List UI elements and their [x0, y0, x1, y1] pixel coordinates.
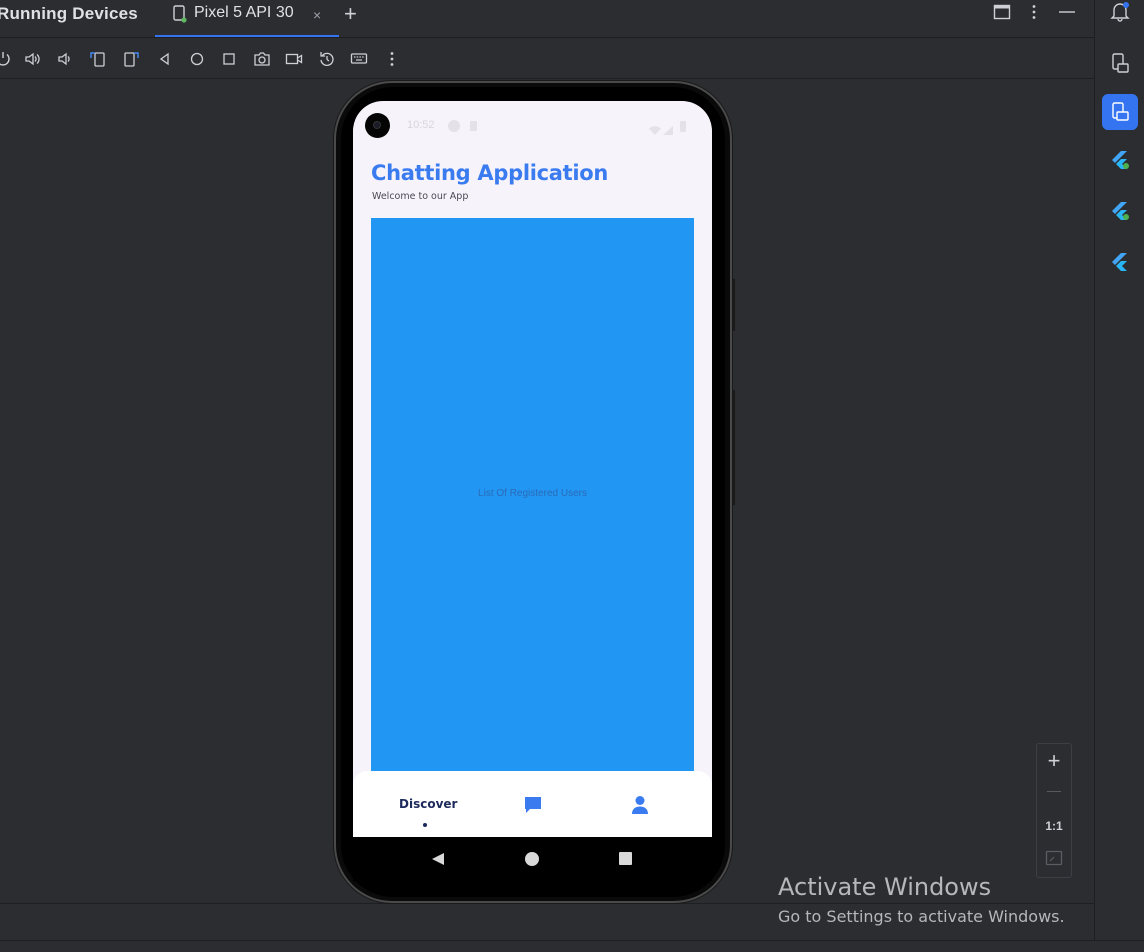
right-tool-strip	[1094, 0, 1144, 951]
more-vert-icon[interactable]	[1031, 4, 1037, 25]
tab-pixel5[interactable]: Pixel 5 API 30 ×	[155, 0, 339, 37]
running-devices-icon[interactable]	[1102, 94, 1138, 130]
add-tab-button[interactable]: +	[344, 1, 357, 27]
status-notification-icon	[448, 120, 460, 132]
phone-screen[interactable]: 10:52 Chatting Application Welcome to ou…	[353, 101, 712, 837]
bottom-edge	[0, 940, 1144, 952]
bottom-navigation: Discover	[353, 771, 712, 837]
keyboard-icon[interactable]	[350, 50, 368, 68]
signal-icon	[663, 122, 673, 140]
tab-label: Pixel 5 API 30	[194, 4, 294, 21]
back-icon[interactable]	[156, 50, 174, 68]
battery-icon	[680, 121, 686, 132]
volume-down-icon[interactable]	[56, 50, 74, 68]
zoom-in-button[interactable]: +	[1037, 748, 1071, 774]
rotate-right-icon[interactable]	[122, 50, 140, 68]
flutter-outline-icon[interactable]	[1102, 193, 1138, 229]
panel-title: Running Devices	[0, 4, 138, 23]
minimize-icon[interactable]	[1058, 4, 1076, 25]
zoom-actual-size-button[interactable]: 1:1	[1037, 819, 1071, 833]
reset-icon[interactable]	[318, 50, 336, 68]
status-time: 10:52	[407, 119, 435, 131]
rotate-left-icon[interactable]	[89, 50, 107, 68]
screenshot-icon[interactable]	[253, 50, 271, 68]
profile-icon[interactable]	[631, 795, 649, 815]
users-list-panel[interactable]: List Of Registered Users	[371, 218, 694, 771]
activate-windows-title: Activate Windows	[778, 873, 992, 901]
more-options-icon[interactable]	[383, 50, 401, 68]
nav-active-indicator	[423, 823, 427, 827]
volume-up-icon[interactable]	[24, 50, 42, 68]
camera-cutout	[365, 113, 390, 138]
phone-side-button	[732, 390, 735, 505]
device-manager-icon[interactable]	[1102, 45, 1138, 81]
system-back-icon[interactable]	[431, 852, 445, 871]
phone-side-button	[732, 279, 735, 331]
zoom-fit-icon[interactable]	[1037, 850, 1071, 871]
users-list-label: List Of Registered Users	[478, 488, 587, 499]
app-subtitle: Welcome to our App	[372, 191, 469, 202]
zoom-controls: + — 1:1	[1036, 743, 1072, 878]
zoom-out-button[interactable]: —	[1037, 782, 1071, 798]
maximize-icon[interactable]	[993, 4, 1011, 25]
activate-windows-subtitle: Go to Settings to activate Windows.	[778, 907, 1065, 926]
system-recents-icon[interactable]	[619, 852, 632, 865]
overview-icon[interactable]	[220, 50, 238, 68]
flutter-inspector-icon[interactable]	[1102, 142, 1138, 178]
app-title: Chatting Application	[371, 161, 609, 185]
device-icon	[172, 5, 188, 23]
system-home-icon[interactable]	[525, 852, 539, 866]
flutter-performance-icon[interactable]	[1102, 244, 1138, 280]
home-icon[interactable]	[188, 50, 206, 68]
wifi-icon	[649, 122, 661, 140]
tab-bar: Running Devices Pixel 5 API 30 × +	[0, 0, 1094, 38]
device-toolbar	[0, 38, 1094, 79]
system-navigation-bar	[353, 837, 712, 881]
notifications-icon[interactable]	[1102, 0, 1138, 29]
power-icon[interactable]	[0, 50, 12, 68]
tab-close-icon[interactable]: ×	[313, 7, 321, 23]
chat-icon[interactable]	[523, 795, 543, 815]
nav-discover[interactable]: Discover	[399, 797, 457, 811]
status-sim-icon	[470, 121, 477, 131]
screen-record-icon[interactable]	[285, 50, 303, 68]
